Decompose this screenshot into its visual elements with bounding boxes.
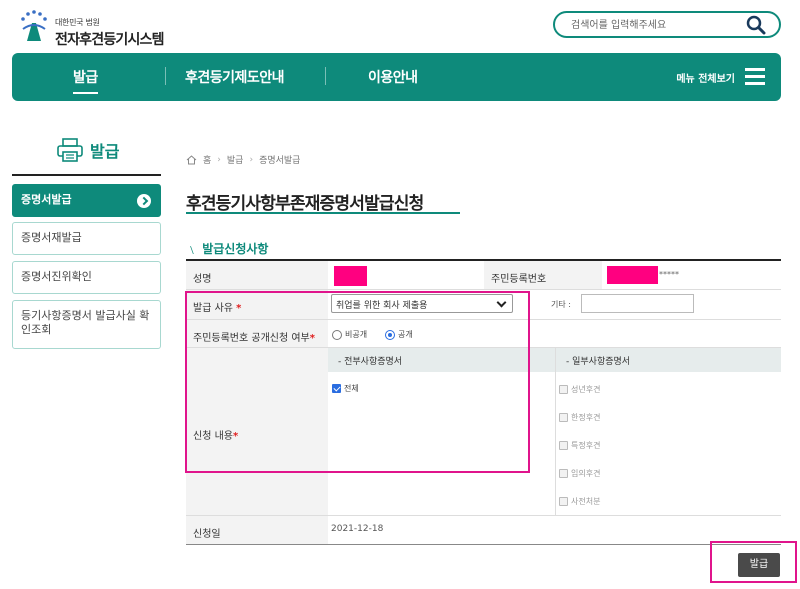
main-nav: 발급 후견등기제도안내 이용안내 메뉴 전체보기 — [12, 53, 781, 101]
checkbox-specific-guardianship[interactable]: 특정후견 — [559, 440, 600, 451]
checkbox-preliminary-disposition[interactable]: 사전처분 — [559, 496, 600, 507]
partial-items-header: - 일부사항증명서 — [556, 348, 781, 372]
page-title: 후견등기사항부존재증명서발급신청 — [186, 194, 424, 214]
name-label: 성명 — [193, 274, 212, 285]
title-underline — [186, 212, 460, 214]
logo-title: 전자후견등기시스템 — [55, 32, 165, 48]
chevron-right-icon — [137, 194, 151, 208]
sidebar-item-authenticity-check[interactable]: 증명서진위확인 — [12, 261, 161, 294]
chevron-right-icon: › — [217, 154, 221, 165]
search-button[interactable] — [745, 15, 767, 35]
sidebar-divider — [12, 174, 161, 176]
hamburger-menu-icon[interactable] — [745, 68, 765, 85]
sidebar-item-label: 등기사항증명서 발급사실 확인조회 — [21, 309, 150, 336]
checkbox-adult-guardianship[interactable]: 성년후견 — [559, 384, 600, 395]
sidebar-item-certificate-issue[interactable]: 증명서발급 — [12, 184, 161, 217]
chevron-right-icon: › — [249, 154, 254, 165]
etc-input[interactable] — [581, 294, 694, 313]
sidebar-title: 발급 — [90, 142, 120, 161]
sidebar-item-certificate-reissue[interactable]: 증명서재발급 — [12, 222, 161, 255]
checkbox[interactable] — [559, 469, 568, 478]
nav-item-guardianship-guide[interactable]: 후견등기제도안내 — [185, 67, 285, 87]
search-input[interactable] — [571, 17, 741, 33]
printer-icon — [57, 138, 83, 162]
checkbox-voluntary-guardianship[interactable]: 임의후견 — [559, 468, 600, 479]
breadcrumb-home[interactable]: 홈 — [203, 153, 211, 166]
date-label: 신청일 — [193, 529, 221, 540]
sidebar-item-label: 증명서진위확인 — [21, 270, 92, 283]
form-bottom-border — [186, 544, 781, 545]
nav-item-usage-guide[interactable]: 이용안내 — [368, 67, 418, 87]
sidebar-item-issuance-inquiry[interactable]: 등기사항증명서 발급사실 확인조회 — [12, 300, 161, 349]
column-divider — [555, 348, 556, 515]
application-date: 2021-12-18 — [331, 524, 384, 534]
home-icon — [186, 154, 197, 164]
checkbox[interactable] — [559, 497, 568, 506]
breadcrumb: 홈 › 발급 › 증명서발급 — [186, 153, 300, 166]
section-title: ﹨ 발급신청사항 — [186, 242, 269, 256]
court-logo[interactable]: 대한민국 법원 전자후견등기시스템 — [17, 9, 177, 49]
checkbox-limited-guardianship[interactable]: 한정후견 — [559, 412, 600, 423]
checkbox[interactable] — [559, 441, 568, 450]
menu-all-link[interactable]: 메뉴 전체보기 — [676, 70, 735, 85]
etc-label: 기타 : — [551, 300, 571, 309]
sidebar-item-label: 증명서발급 — [21, 193, 72, 206]
breadcrumb-current: 증명서발급 — [259, 156, 301, 166]
sidebar-item-label: 증명서재발급 — [21, 231, 82, 244]
breadcrumb-issue[interactable]: 발급 — [227, 153, 244, 166]
logo-subtitle: 대한민국 법원 — [55, 18, 100, 27]
search-icon — [746, 15, 766, 35]
checkbox[interactable] — [559, 413, 568, 422]
rrn-label: 주민등록번호 — [491, 274, 547, 285]
issue-button[interactable]: 발급 — [738, 553, 780, 577]
checkbox[interactable] — [559, 385, 568, 394]
court-emblem-icon — [21, 10, 47, 41]
nav-divider — [165, 67, 166, 85]
highlight-box — [185, 291, 530, 473]
nav-divider — [325, 67, 326, 85]
rrn-redaction — [607, 266, 658, 284]
nav-item-issue[interactable]: 발급 — [73, 67, 98, 94]
search-box — [553, 11, 781, 38]
rrn-masked-digits: ***** — [659, 270, 679, 279]
name-redaction — [334, 266, 367, 286]
